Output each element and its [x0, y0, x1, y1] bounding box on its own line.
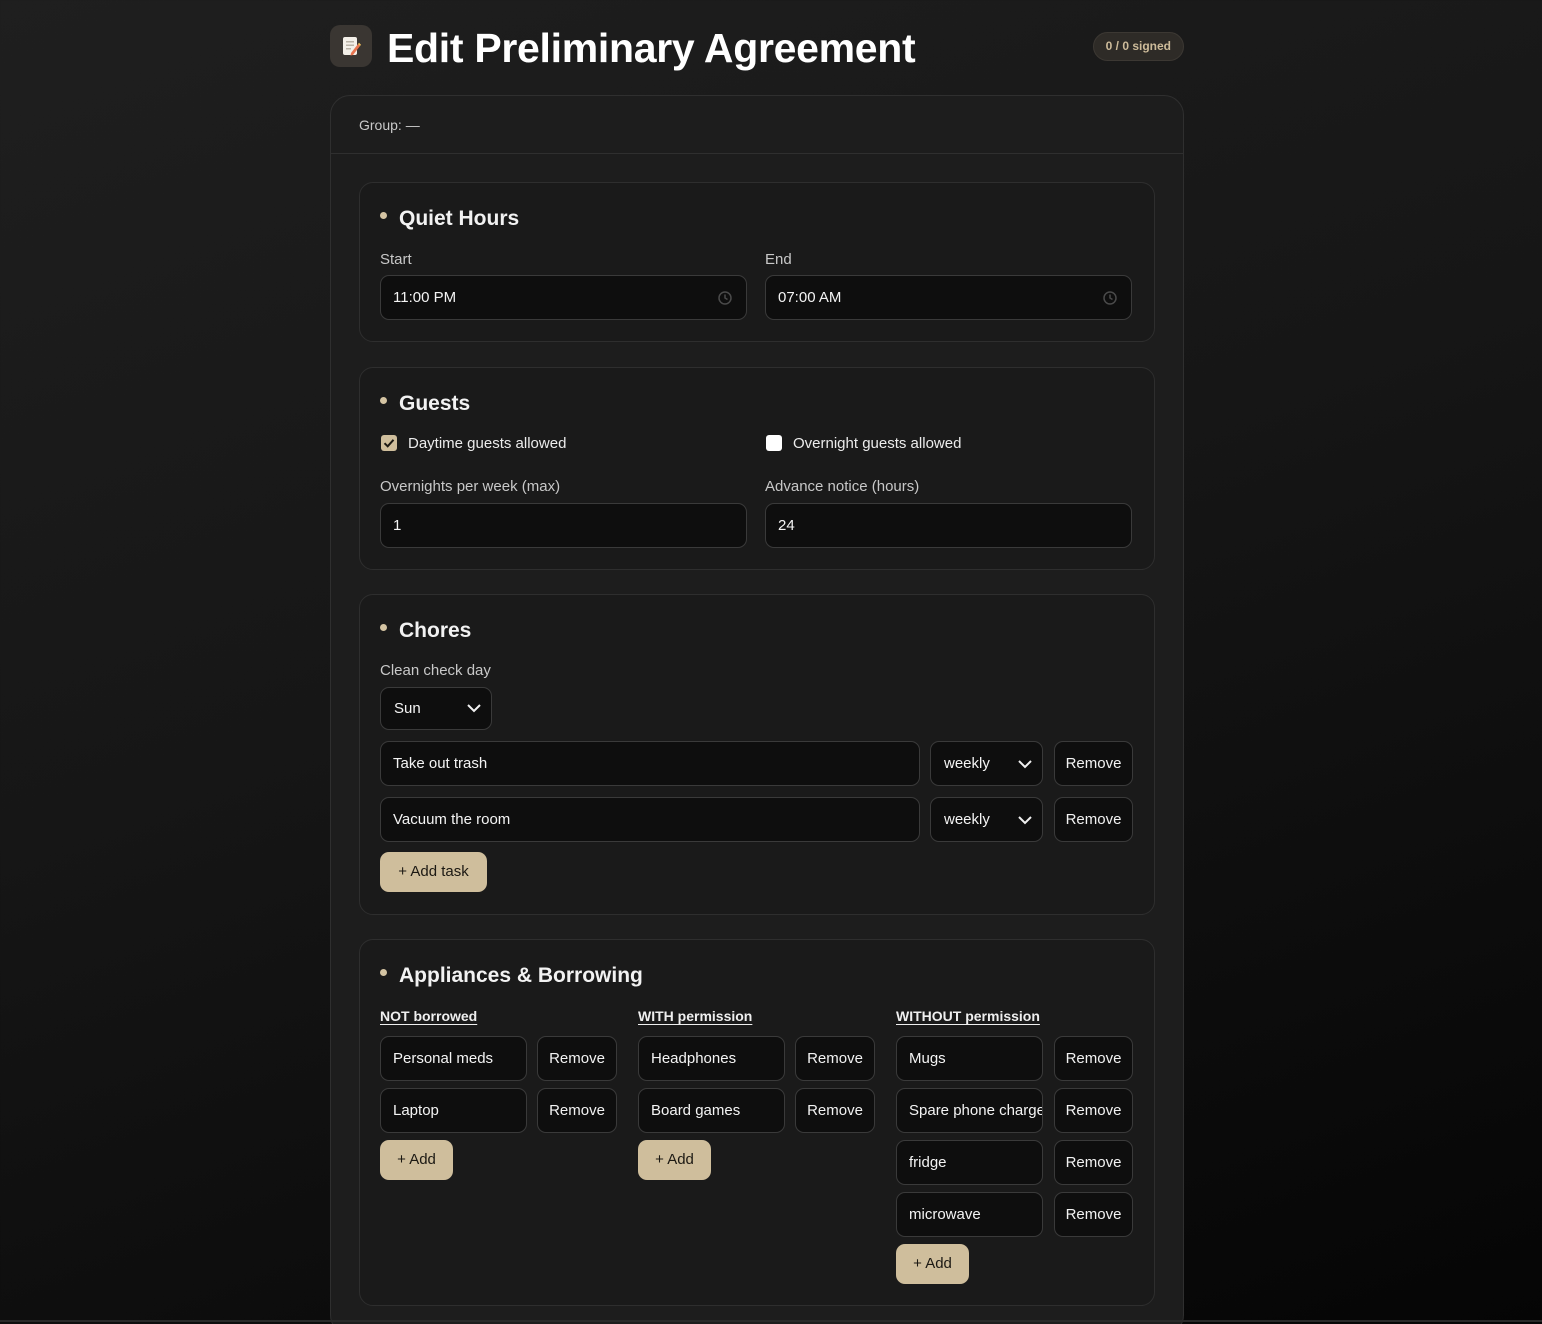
remove-item-button[interactable]: Remove: [1054, 1088, 1133, 1133]
quiet-hours-title-text: Quiet Hours: [399, 207, 520, 230]
clean-day-select[interactable]: Sun: [380, 687, 492, 730]
notice-input[interactable]: 24: [765, 503, 1132, 548]
chores-section: Chores Clean check day Sun Take out tras…: [359, 594, 1155, 915]
quiet-hours-section: Quiet Hours Start End 11:00 PM 07:00 AM: [359, 182, 1155, 342]
remove-item-button[interactable]: Remove: [537, 1036, 617, 1081]
remove-chore-button[interactable]: Remove: [1054, 797, 1133, 842]
memo-pencil-icon: [330, 25, 372, 67]
daytime-guests-label: Daytime guests allowed: [408, 435, 567, 452]
remove-item-button[interactable]: Remove: [1054, 1140, 1133, 1185]
overnight-guests-label: Overnight guests allowed: [793, 435, 962, 452]
add-item-button[interactable]: + Add: [896, 1244, 969, 1284]
bullet-dot: [380, 623, 387, 631]
without-permission-heading: WITHOUT permission: [896, 1008, 1040, 1024]
quiet-hours-title: Quiet Hours: [380, 206, 519, 232]
item-input[interactable]: microwave: [896, 1192, 1043, 1237]
overnights-input[interactable]: 1: [380, 503, 747, 548]
clean-day-value: Sun: [394, 700, 421, 717]
chore-frequency-select[interactable]: weekly: [930, 797, 1043, 842]
page-title: Edit Preliminary Agreement: [387, 25, 916, 71]
end-time-input[interactable]: 07:00 AM: [765, 275, 1132, 320]
item-input[interactable]: Spare phone charger: [896, 1088, 1043, 1133]
chevron-down-icon: [467, 704, 481, 713]
not-borrowed-heading: NOT borrowed: [380, 1008, 478, 1024]
checkmark-icon: [383, 439, 395, 448]
clock-icon[interactable]: [718, 291, 732, 305]
remove-item-button[interactable]: Remove: [1054, 1036, 1133, 1081]
item-input[interactable]: fridge: [896, 1140, 1043, 1185]
add-item-button[interactable]: + Add: [638, 1140, 711, 1180]
clock-icon[interactable]: [1103, 291, 1117, 305]
end-label: End: [765, 251, 792, 268]
overnight-guests-checkbox[interactable]: [766, 435, 782, 451]
guests-title: Guests: [380, 391, 470, 417]
clean-day-label: Clean check day: [380, 662, 491, 679]
chore-frequency-value: weekly: [944, 811, 990, 828]
group-label: Group: —: [331, 96, 1183, 154]
item-input[interactable]: Board games: [638, 1088, 785, 1133]
signed-status-badge: 0 / 0 signed: [1092, 32, 1184, 61]
chore-task-input[interactable]: Vacuum the room: [380, 797, 920, 842]
remove-item-button[interactable]: Remove: [795, 1088, 875, 1133]
with-permission-heading: WITH permission: [638, 1008, 753, 1024]
bullet-dot: [380, 211, 387, 219]
window-bottom-border: [0, 1320, 1542, 1322]
appliances-title-text: Appliances & Borrowing: [399, 964, 643, 987]
chores-title-text: Chores: [399, 619, 472, 642]
add-item-button[interactable]: + Add: [380, 1140, 453, 1180]
item-input[interactable]: Personal meds: [380, 1036, 527, 1081]
start-time-value: 11:00 PM: [393, 289, 457, 306]
add-task-button[interactable]: + Add task: [380, 852, 487, 892]
agreement-card: Group: — Quiet Hours Start End 11:00 PM …: [330, 95, 1184, 1324]
notice-label: Advance notice (hours): [765, 478, 920, 495]
start-label: Start: [380, 251, 412, 268]
remove-chore-button[interactable]: Remove: [1054, 741, 1133, 786]
chevron-down-icon: [1018, 760, 1032, 769]
chore-task-input[interactable]: Take out trash: [380, 741, 920, 786]
chore-frequency-value: weekly: [944, 755, 990, 772]
appliances-section: Appliances & Borrowing NOT borrowed Pers…: [359, 939, 1155, 1306]
item-input[interactable]: Mugs: [896, 1036, 1043, 1081]
start-time-input[interactable]: 11:00 PM: [380, 275, 747, 320]
daytime-guests-checkbox[interactable]: [381, 435, 397, 451]
chore-frequency-select[interactable]: weekly: [930, 741, 1043, 786]
page-header: Edit Preliminary Agreement 0 / 0 signed: [330, 24, 1184, 72]
end-time-value: 07:00 AM: [778, 289, 842, 306]
remove-item-button[interactable]: Remove: [1054, 1192, 1133, 1237]
bullet-dot: [380, 968, 387, 976]
remove-item-button[interactable]: Remove: [795, 1036, 875, 1081]
chevron-down-icon: [1018, 816, 1032, 825]
item-input[interactable]: Headphones: [638, 1036, 785, 1081]
chores-title: Chores: [380, 618, 471, 644]
overnights-label: Overnights per week (max): [380, 478, 561, 495]
remove-item-button[interactable]: Remove: [537, 1088, 617, 1133]
guests-title-text: Guests: [399, 392, 471, 415]
appliances-title: Appliances & Borrowing: [380, 963, 643, 989]
guests-section: Guests Daytime guests allowed Overnight …: [359, 367, 1155, 570]
item-input[interactable]: Laptop: [380, 1088, 527, 1133]
bullet-dot: [380, 396, 387, 404]
